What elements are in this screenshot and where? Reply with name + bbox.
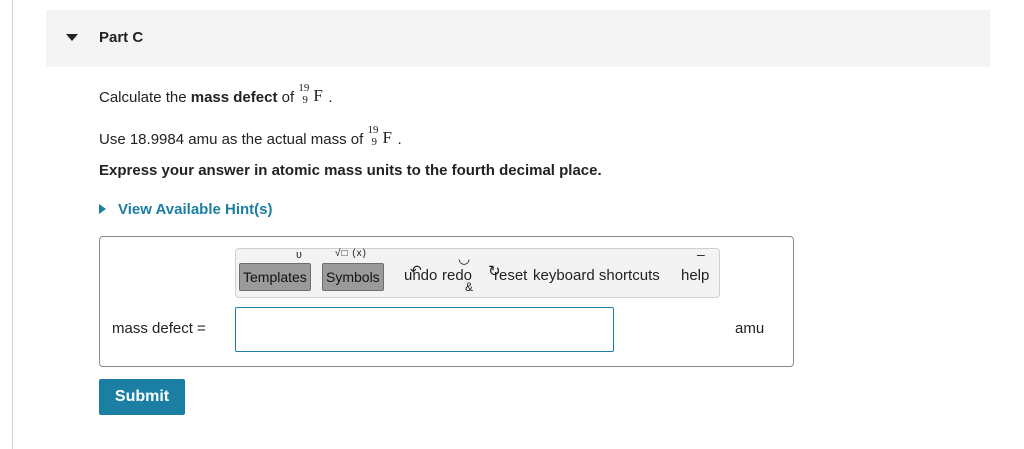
question-line-1: Calculate the mass defect of 19 9 F. xyxy=(99,82,333,106)
mass-defect-label: mass defect = xyxy=(112,320,206,337)
part-header[interactable] xyxy=(46,10,990,67)
element-symbol: F xyxy=(382,128,392,147)
question-text: Calculate the xyxy=(99,89,191,106)
atomic-number: 9 xyxy=(302,94,308,106)
part-title: Part C xyxy=(99,29,144,46)
question-text: Use 18.9984 amu as the actual mass of xyxy=(99,131,368,148)
expand-caret-icon xyxy=(99,204,106,214)
question-text: of xyxy=(277,89,299,106)
undo-button[interactable]: undo xyxy=(404,267,437,284)
mass-number: 19 xyxy=(367,124,379,136)
keyboard-shortcuts-button[interactable]: keyboard shortcuts xyxy=(533,267,660,284)
template-glyph-icon: ʋ xyxy=(296,249,303,261)
undo-glyph-icon: ◡ xyxy=(458,250,471,266)
question-line-2: Use 18.9984 amu as the actual mass of 19… xyxy=(99,124,402,148)
answer-instruction: Express your answer in atomic mass units… xyxy=(99,162,602,179)
unit-label: amu xyxy=(735,320,765,337)
mass-defect-input[interactable] xyxy=(235,307,614,352)
question-keyword: mass defect xyxy=(190,89,278,106)
symbols-glyph-icon: √□ (x) xyxy=(335,248,367,259)
reset-button[interactable]: reset xyxy=(494,267,527,284)
mass-number: 19 xyxy=(298,82,310,94)
nuclide-notation: 19 9 F xyxy=(298,82,328,106)
left-border-line xyxy=(12,0,13,449)
submit-button[interactable]: Submit xyxy=(99,379,185,415)
collapse-caret-icon[interactable] xyxy=(66,34,78,41)
view-hints-label: View Available Hint(s) xyxy=(118,201,273,218)
help-button[interactable]: help xyxy=(681,267,709,284)
nuclide-notation: 19 9 F xyxy=(367,124,397,148)
templates-button[interactable]: Templates xyxy=(239,263,311,291)
question-text: . xyxy=(397,131,402,148)
atomic-number: 9 xyxy=(371,136,377,148)
ampersand-glyph-icon: & xyxy=(465,280,474,294)
help-glyph-icon: – xyxy=(697,246,705,262)
symbols-button[interactable]: Symbols xyxy=(322,263,384,291)
element-symbol: F xyxy=(313,86,323,105)
question-text: . xyxy=(328,89,333,106)
